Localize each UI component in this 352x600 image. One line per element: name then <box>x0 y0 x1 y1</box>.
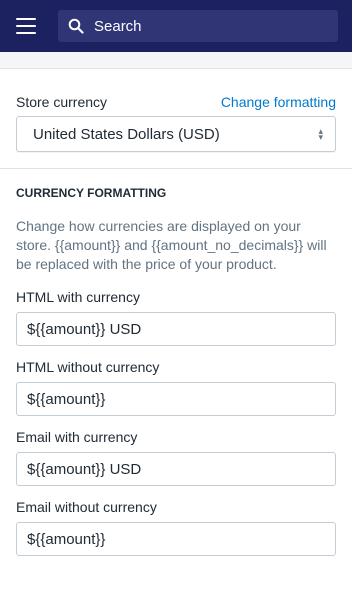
email-with-currency-input[interactable] <box>16 452 336 486</box>
section-description: Change how currencies are displayed on y… <box>16 218 327 272</box>
select-arrows-icon: ▴ ▾ <box>318 126 323 142</box>
currency-select[interactable]: United States Dollars (USD) ▴ ▾ <box>16 116 336 152</box>
email-without-currency-input[interactable] <box>16 522 336 556</box>
email-with-currency-field: Email with currency <box>16 429 336 486</box>
top-bar <box>0 0 352 52</box>
currency-formatting-section: CURRENCY FORMATTING Change how currencie… <box>0 169 352 556</box>
page-band <box>0 52 352 69</box>
search-input[interactable] <box>94 17 328 35</box>
currency-select-value: United States Dollars (USD) <box>33 125 220 143</box>
store-currency-section: Store currency Change formatting United … <box>0 69 352 169</box>
email-without-currency-field: Email without currency <box>16 499 336 556</box>
html-without-currency-label: HTML without currency <box>16 359 160 375</box>
html-with-currency-label: HTML with currency <box>16 289 140 305</box>
email-with-currency-label: Email with currency <box>16 429 138 445</box>
change-formatting-link[interactable]: Change formatting <box>221 94 336 110</box>
search-bar[interactable] <box>58 10 338 42</box>
section-heading: CURRENCY FORMATTING <box>16 186 167 200</box>
hamburger-menu-icon[interactable] <box>16 18 36 34</box>
email-without-currency-label: Email without currency <box>16 499 157 515</box>
html-without-currency-input[interactable] <box>16 382 336 416</box>
search-icon <box>68 18 84 34</box>
html-with-currency-field: HTML with currency <box>16 289 336 346</box>
store-currency-label: Store currency <box>16 94 108 110</box>
html-with-currency-input[interactable] <box>16 312 336 346</box>
html-without-currency-field: HTML without currency <box>16 359 336 416</box>
